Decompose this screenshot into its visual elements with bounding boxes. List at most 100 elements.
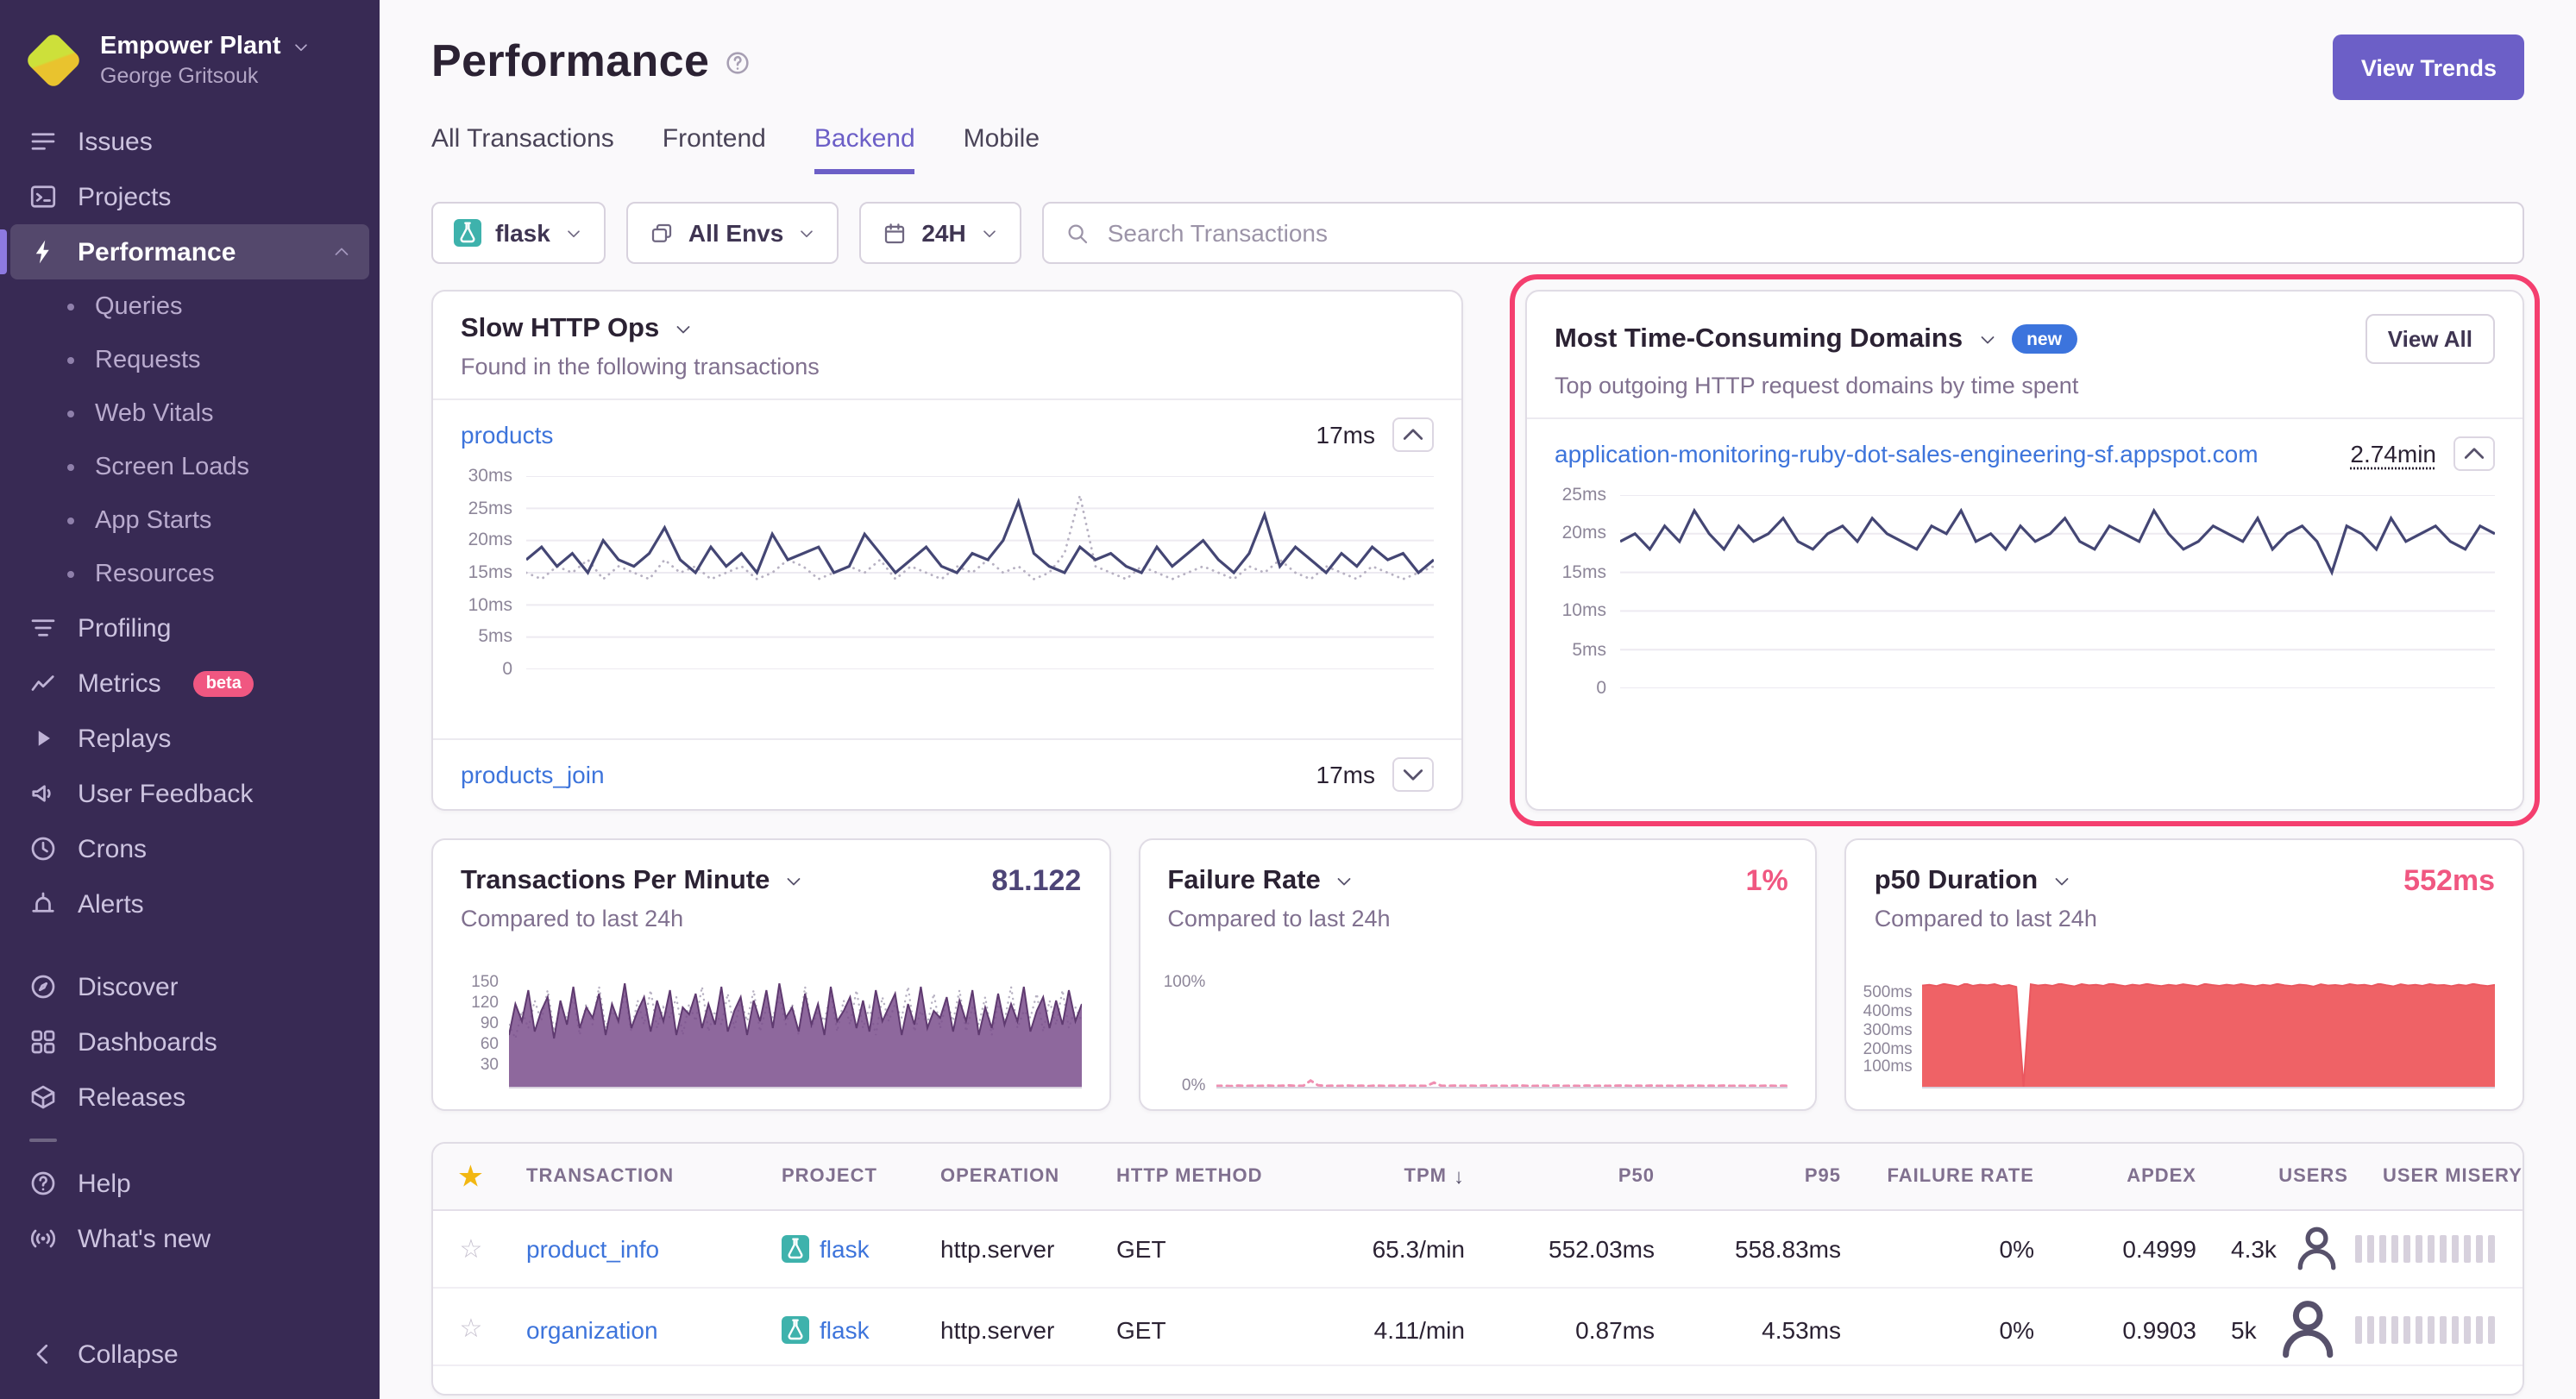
sidebar-item-replays[interactable]: Replays (10, 711, 369, 766)
table-row-product-info: ☆product_infoflaskhttp.serverGET65.3/min… (433, 1211, 2523, 1289)
table-body: ☆product_infoflaskhttp.serverGET65.3/min… (433, 1211, 2523, 1366)
sidebar-item-profiling[interactable]: Profiling (10, 600, 369, 656)
chart-y-axis: 25ms20ms15ms10ms5ms0 (1544, 495, 1620, 688)
duration-value[interactable]: 2.74min (2333, 440, 2436, 467)
page-title: Performance (431, 35, 709, 88)
alerts-icon (28, 888, 59, 919)
chevron-down-icon[interactable] (1335, 871, 1355, 892)
widget-subtitle: Found in the following transactions (461, 354, 1434, 380)
column-header-apdex[interactable]: APDEX (2051, 1166, 2214, 1187)
sidebar-item-queries[interactable]: Queries (10, 279, 369, 333)
bullet-icon (67, 410, 74, 417)
column-header-user-misery[interactable]: USER MISERY (2366, 1166, 2524, 1187)
sidebar-item-dashboards[interactable]: Dashboards (10, 1014, 369, 1070)
sidebar-item-label: User Feedback (78, 779, 253, 808)
column-header-p95[interactable]: P95 (1672, 1166, 1858, 1187)
column-header-users[interactable]: USERS (2214, 1166, 2366, 1187)
stat-title: Transactions Per Minute (461, 866, 770, 897)
transaction-link[interactable]: products (461, 421, 553, 449)
collapse-toggle[interactable] (1392, 417, 1434, 452)
sidebar-item-app-starts[interactable]: App Starts (10, 493, 369, 547)
project-link[interactable]: flask (820, 1235, 870, 1263)
view-all-button[interactable]: View All (2366, 314, 2495, 364)
chevron-up-icon[interactable] (331, 242, 352, 262)
sidebar-item-label: What's new (78, 1224, 210, 1253)
tab-frontend[interactable]: Frontend (663, 124, 766, 174)
chevron-down-icon[interactable] (673, 319, 694, 340)
star-column-header[interactable]: ★ (433, 1164, 509, 1189)
column-header-p50[interactable]: P50 (1482, 1166, 1672, 1187)
transaction-link[interactable]: organization (526, 1315, 658, 1343)
sidebar-item-label: Screen Loads (95, 453, 249, 480)
sidebar-item-label: Metrics (78, 668, 161, 698)
sidebar-item-projects[interactable]: Projects (10, 169, 369, 224)
chevron-down-icon[interactable] (1976, 329, 1997, 349)
column-header-http-method[interactable]: HTTP METHOD (1099, 1166, 1292, 1187)
user-icon (2267, 1289, 2348, 1370)
user-misery-cell (2366, 1235, 2523, 1263)
column-header-project[interactable]: PROJECT (764, 1166, 923, 1187)
sidebar-item-what-s-new[interactable]: What's new (10, 1211, 369, 1266)
column-header-transaction[interactable]: TRANSACTION (509, 1166, 764, 1187)
project-filter-dropdown[interactable]: flask (431, 202, 606, 264)
y-axis-tick: 5ms (1572, 639, 1606, 660)
what-s-new-icon (28, 1223, 59, 1254)
beta-badge: beta (194, 670, 254, 696)
slow-http-chart (526, 476, 1434, 669)
performance-icon (28, 236, 59, 267)
column-header-failure-rate[interactable]: FAILURE RATE (1858, 1166, 2051, 1187)
chevron-down-icon (797, 223, 816, 242)
bullet-icon (67, 517, 74, 524)
search-input[interactable] (1104, 217, 2502, 248)
tab-all-transactions[interactable]: All Transactions (431, 124, 614, 174)
chevron-down-icon[interactable] (783, 871, 804, 892)
transaction-link[interactable]: product_info (526, 1235, 659, 1263)
y-axis-tick: 30 (481, 1056, 499, 1075)
new-badge: new (2011, 324, 2077, 354)
transaction-link[interactable]: products_join (461, 761, 605, 788)
tab-mobile[interactable]: Mobile (964, 124, 1040, 174)
failure-rate-chart-area: 100%0% (1153, 983, 1787, 1088)
star-icon[interactable]: ☆ (460, 1316, 483, 1342)
column-header-operation[interactable]: OPERATION (923, 1166, 1099, 1187)
column-header-tpm[interactable]: TPM↓ (1292, 1164, 1482, 1189)
sidebar-collapse-button[interactable]: Collapse (10, 1327, 369, 1382)
sidebar-item-requests[interactable]: Requests (10, 333, 369, 386)
flask-project-icon (782, 1235, 809, 1263)
expand-toggle[interactable] (1392, 757, 1434, 792)
project-link[interactable]: flask (820, 1315, 870, 1343)
chevron-down-icon[interactable] (2051, 871, 2072, 892)
time-range-dropdown[interactable]: 24H (859, 202, 1021, 264)
tab-backend[interactable]: Backend (814, 124, 915, 174)
sidebar-item-label: Projects (78, 182, 171, 211)
star-icon[interactable]: ☆ (460, 1236, 483, 1262)
sidebar-item-metrics[interactable]: Metrics beta (10, 656, 369, 711)
sidebar-item-crons[interactable]: Crons (10, 821, 369, 876)
sidebar-item-resources[interactable]: Resources (10, 547, 369, 600)
view-trends-button[interactable]: View Trends (2334, 35, 2524, 100)
sidebar-item-label: App Starts (95, 506, 211, 534)
sidebar-footer: Collapse (0, 1313, 380, 1382)
sidebar-item-alerts[interactable]: Alerts (10, 876, 369, 932)
environment-filter-dropdown[interactable]: All Envs (626, 202, 839, 264)
failure-rate-cell: 0% (1858, 1235, 2051, 1263)
help-icon[interactable] (723, 48, 752, 78)
sidebar-item-user-feedback[interactable]: User Feedback (10, 766, 369, 821)
domain-link[interactable]: application-monitoring-ruby-dot-sales-en… (1555, 440, 2259, 467)
org-switcher[interactable]: Empower Plant George Gritsouk (0, 21, 380, 114)
y-axis-tick: 60 (481, 1035, 499, 1054)
sidebar-item-label: Releases (78, 1082, 185, 1112)
y-axis-tick: 0 (1596, 678, 1606, 699)
sidebar-item-performance[interactable]: Performance (10, 224, 369, 279)
search-bar (1042, 202, 2524, 264)
sidebar-item-issues[interactable]: Issues (10, 114, 369, 169)
y-axis-tick: 120 (471, 994, 499, 1013)
user-misery-cell (2366, 1315, 2523, 1343)
sidebar-item-releases[interactable]: Releases (10, 1070, 369, 1125)
bullet-icon (67, 356, 74, 363)
sidebar-item-help[interactable]: Help (10, 1156, 369, 1211)
sidebar-item-screen-loads[interactable]: Screen Loads (10, 440, 369, 493)
sidebar-item-discover[interactable]: Discover (10, 959, 369, 1014)
sidebar-item-web-vitals[interactable]: Web Vitals (10, 386, 369, 440)
collapse-toggle[interactable] (2453, 436, 2495, 471)
